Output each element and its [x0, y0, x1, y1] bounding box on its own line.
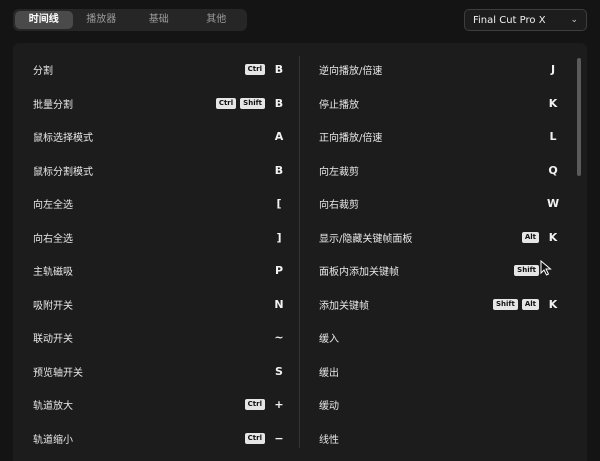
- shortcut-key: A: [274, 130, 284, 144]
- tab-bar: 时间线 播放器 基础 其他: [13, 9, 247, 31]
- shortcut-key: B: [274, 163, 284, 177]
- modifier-keys: Alt: [521, 231, 539, 243]
- modifier-keys: Ctrl Shift: [215, 97, 265, 109]
- shortcut-label: 向左裁剪: [319, 166, 359, 178]
- shortcut-key: +: [274, 398, 284, 412]
- modifier-key-badge: Shift: [240, 97, 265, 109]
- shortcut-row[interactable]: 预览轴开关 S: [33, 355, 285, 389]
- column-divider: [299, 56, 300, 448]
- mouse-pointer-icon: [540, 260, 552, 276]
- shortcut-row[interactable]: 向左裁剪 Q: [319, 154, 559, 188]
- shortcut-key: W: [547, 197, 560, 211]
- modifier-key-badge: Ctrl: [244, 399, 265, 411]
- modifier-key-badge: Alt: [521, 298, 539, 310]
- shortcut-key: N: [274, 297, 284, 311]
- shortcut-key: K: [548, 297, 558, 311]
- modifier-key-badge: Shift: [514, 265, 539, 277]
- shortcut-row[interactable]: 向右全选]: [33, 221, 285, 255]
- shortcut-label: 向左全选: [33, 200, 73, 212]
- shortcut-label: 停止播放: [319, 99, 359, 111]
- shortcut-label: 预览轴开关: [33, 367, 83, 379]
- modifier-key-badge: Ctrl: [244, 432, 265, 444]
- shortcut-panel: 分割 Ctrl B 批量分割 Ctrl Shift B 鼠标选择模式 A 鼠标分割模式 B 向左全选[…: [13, 43, 587, 461]
- shortcut-row[interactable]: 正向播放/倍速 L: [319, 120, 559, 154]
- shortcut-row[interactable]: 鼠标选择模式 A: [33, 120, 285, 154]
- shortcut-label: 鼠标选择模式: [33, 133, 93, 145]
- shortcut-key: J: [550, 63, 556, 77]
- shortcut-row[interactable]: 轨道缩小 Ctrl −: [33, 422, 285, 456]
- shortcut-label: 线性: [319, 434, 339, 446]
- shortcut-row[interactable]: 主轨磁吸 P: [33, 254, 285, 288]
- shortcut-row[interactable]: 轨道放大 Ctrl +: [33, 388, 285, 422]
- shortcut-row[interactable]: 缓动: [319, 388, 559, 422]
- shortcut-label: 缓出: [319, 367, 339, 379]
- modifier-keys: Shift Alt: [493, 298, 539, 310]
- shortcut-label: 批量分割: [33, 99, 73, 111]
- app-preset-select[interactable]: Final Cut Pro X ⌄: [464, 9, 587, 31]
- shortcut-row[interactable]: 鼠标分割模式 B: [33, 154, 285, 188]
- shortcut-key: K: [548, 230, 558, 244]
- shortcut-row[interactable]: 显示/隐藏关键帧面板 Alt K: [319, 221, 559, 255]
- scrollbar-thumb[interactable]: [577, 58, 581, 176]
- shortcut-row[interactable]: 线性: [319, 422, 559, 456]
- shortcut-label: 添加关键帧: [319, 300, 369, 312]
- tab-other[interactable]: 其他: [188, 11, 246, 29]
- shortcut-label: 缓入: [319, 334, 339, 346]
- shortcut-label: 联动开关: [33, 334, 73, 346]
- tab-basic[interactable]: 基础: [130, 11, 188, 29]
- shortcut-label: 显示/隐藏关键帧面板: [319, 233, 413, 245]
- shortcut-key: B: [274, 96, 284, 110]
- modifier-key-badge: Alt: [521, 231, 539, 243]
- tab-player[interactable]: 播放器: [73, 11, 131, 29]
- shortcut-row[interactable]: 添加关键帧 Shift Alt K: [319, 288, 559, 322]
- shortcut-key: L: [549, 130, 557, 144]
- shortcut-row[interactable]: 分割 Ctrl B: [33, 53, 285, 87]
- shortcut-label: 向右全选: [33, 233, 73, 245]
- modifier-key-badge: Ctrl: [215, 97, 237, 109]
- shortcut-list-left: 分割 Ctrl B 批量分割 Ctrl Shift B 鼠标选择模式 A 鼠标分割模式 B 向左全选[…: [33, 53, 285, 455]
- chevron-down-icon: ⌄: [570, 15, 578, 25]
- shortcut-row[interactable]: 吸附开关 N: [33, 288, 285, 322]
- tab-timeline[interactable]: 时间线: [15, 11, 73, 29]
- shortcut-key: [: [276, 197, 282, 211]
- shortcut-row[interactable]: 缓出: [319, 355, 559, 389]
- shortcut-key: S: [275, 364, 283, 378]
- shortcut-row[interactable]: 面板内添加关键帧 Shift: [319, 254, 559, 288]
- shortcut-key: −: [274, 431, 284, 445]
- shortcut-list-right: 逆向播放/倍速 J 停止播放 K 正向播放/倍速 L 向左裁剪 Q 向右裁剪 W 显示/隐藏关键帧面…: [319, 53, 559, 455]
- shortcut-label: 正向播放/倍速: [319, 133, 383, 145]
- shortcut-label: 逆向播放/倍速: [319, 66, 383, 78]
- modifier-key-badge: Shift: [493, 298, 518, 310]
- shortcut-label: 吸附开关: [33, 300, 73, 312]
- shortcut-row[interactable]: 向左全选 [: [33, 187, 285, 221]
- modifier-keys: Ctrl: [244, 432, 265, 444]
- shortcut-row[interactable]: 逆向播放/倍速 J: [319, 53, 559, 87]
- shortcut-key: ~: [274, 331, 284, 345]
- shortcut-key: ]: [276, 230, 282, 244]
- shortcut-label: 缓动: [319, 401, 339, 413]
- shortcut-label: 主轨磁吸: [33, 267, 73, 279]
- shortcut-key: B: [274, 63, 284, 77]
- shortcut-label: 轨道放大: [33, 401, 73, 413]
- shortcut-label: 鼠标分割模式: [33, 166, 93, 178]
- shortcut-row[interactable]: 停止播放 K: [319, 87, 559, 121]
- modifier-key-badge: Ctrl: [244, 64, 265, 76]
- shortcut-label: 面板内添加关键帧: [319, 267, 399, 279]
- shortcut-label: 分割: [33, 66, 53, 78]
- shortcut-row[interactable]: 批量分割 Ctrl Shift B: [33, 87, 285, 121]
- shortcut-row[interactable]: 联动开关 ~: [33, 321, 285, 355]
- modifier-keys: Shift: [514, 265, 539, 277]
- shortcut-key: P: [274, 264, 284, 278]
- modifier-keys: Ctrl: [244, 399, 265, 411]
- shortcut-label: 向右裁剪: [319, 200, 359, 212]
- app-preset-value: Final Cut Pro X: [473, 14, 546, 26]
- modifier-keys: Ctrl: [244, 64, 265, 76]
- shortcut-label: 轨道缩小: [33, 434, 73, 446]
- shortcut-key: K: [548, 96, 558, 110]
- shortcut-key: Q: [548, 163, 558, 177]
- shortcut-row[interactable]: 向右裁剪 W: [319, 187, 559, 221]
- shortcut-row[interactable]: 缓入: [319, 321, 559, 355]
